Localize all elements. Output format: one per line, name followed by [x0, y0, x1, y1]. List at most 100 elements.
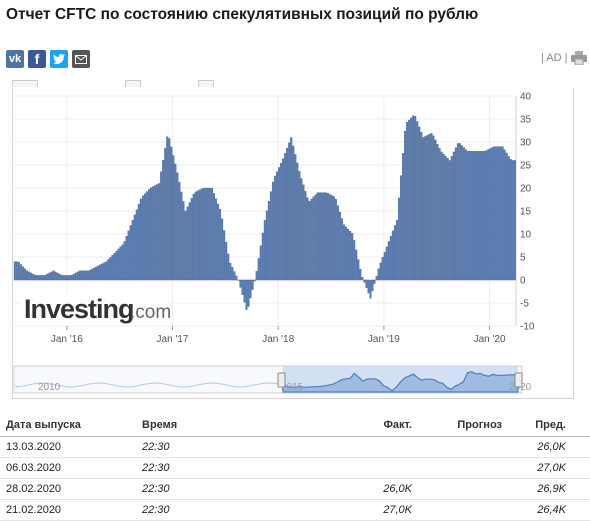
- bar: [408, 119, 411, 281]
- cell-forecast: [416, 478, 506, 500]
- bar: [46, 273, 49, 281]
- cell-previous: 27,0K: [506, 457, 590, 479]
- bar: [135, 209, 138, 281]
- bar: [231, 267, 234, 281]
- bar: [377, 268, 380, 281]
- navigator[interactable]: 2010 2015 2020: [13, 365, 532, 394]
- bar: [389, 235, 392, 281]
- bar: [326, 193, 329, 281]
- navigator-handle-left[interactable]: [277, 372, 286, 388]
- bar: [367, 279, 370, 294]
- bar: [294, 154, 297, 281]
- bar: [115, 250, 118, 281]
- bar: [446, 158, 449, 281]
- y-tick-label: 25: [520, 161, 532, 172]
- bar: [280, 163, 283, 281]
- cell-forecast: [416, 499, 506, 521]
- bar: [210, 187, 213, 281]
- bar: [491, 147, 494, 281]
- bar: [404, 130, 407, 281]
- bar: [288, 142, 291, 281]
- bar: [271, 181, 274, 281]
- bar: [259, 245, 262, 281]
- bar: [24, 268, 26, 281]
- bar: [34, 274, 37, 281]
- header-previous[interactable]: Пред.: [506, 414, 590, 437]
- navigator-handle-right[interactable]: [514, 372, 523, 388]
- x-tick-label: Jan '17: [157, 334, 189, 345]
- bar: [400, 175, 402, 281]
- bar: [198, 189, 201, 281]
- bar: [245, 279, 248, 310]
- y-tick-label: 0: [520, 276, 526, 287]
- bar: [276, 171, 278, 281]
- bar: [182, 201, 185, 281]
- cell-forecast: [416, 457, 506, 479]
- bar: [176, 172, 179, 281]
- bar: [456, 143, 459, 281]
- x-tick-label: Jan '18: [262, 334, 294, 345]
- cell-date: 13.03.2020: [0, 436, 142, 458]
- bar: [143, 193, 146, 281]
- header-actual[interactable]: Факт.: [292, 414, 416, 437]
- table-row: 21.02.2020 22:30 27,0K 26,4K: [0, 499, 590, 521]
- x-axis-ticks: Jan '16 Jan '17 Jan '18 Jan '19 Jan '20: [51, 326, 506, 345]
- bar: [369, 279, 372, 299]
- bar: [141, 195, 144, 281]
- cell-actual: 27,0K: [292, 499, 416, 521]
- cell-previous: 26,9K: [506, 478, 590, 500]
- bar: [310, 198, 313, 281]
- bar: [501, 146, 504, 281]
- bar: [139, 198, 142, 281]
- cell-date: 06.03.2020: [0, 457, 142, 479]
- bar: [255, 271, 258, 281]
- bar: [304, 191, 307, 281]
- bar: [101, 263, 104, 281]
- bar: [97, 265, 100, 281]
- bar: [383, 251, 386, 281]
- bar: [475, 151, 478, 281]
- bar: [257, 258, 260, 281]
- bar: [302, 184, 305, 281]
- bar: [78, 270, 81, 281]
- bar: [357, 259, 360, 281]
- bar: [103, 262, 106, 281]
- cell-date: 21.02.2020: [0, 499, 142, 521]
- bar: [438, 148, 441, 281]
- bar: [200, 188, 203, 281]
- bar: [381, 257, 384, 281]
- bar: [125, 235, 128, 281]
- bar: [347, 228, 350, 281]
- bar: [166, 136, 169, 281]
- bar: [353, 240, 356, 281]
- cell-time: 22:30: [142, 478, 292, 500]
- bar: [40, 275, 43, 281]
- bar: [434, 139, 437, 281]
- table-header-row: Дата выпуска Время Факт. Прогноз Пред.: [0, 414, 590, 437]
- bar: [436, 143, 439, 281]
- bar: [249, 279, 252, 299]
- bar: [82, 270, 85, 281]
- bar: [19, 264, 22, 281]
- x-tick-label: Jan '20: [474, 334, 506, 345]
- bar: [186, 206, 189, 281]
- bar: [58, 273, 61, 281]
- bar: [351, 233, 354, 281]
- y-tick-label: -5: [520, 299, 529, 310]
- header-forecast[interactable]: Прогноз: [416, 414, 506, 437]
- bar: [343, 224, 346, 281]
- bar: [349, 231, 352, 281]
- bar: [208, 187, 211, 281]
- bar: [483, 151, 486, 281]
- bar: [251, 279, 254, 290]
- bar: [111, 255, 114, 281]
- bar: [412, 115, 415, 281]
- header-time[interactable]: Время: [142, 414, 292, 437]
- bar: [15, 261, 18, 281]
- bar: [80, 270, 83, 281]
- bar: [227, 253, 230, 281]
- header-release-date[interactable]: Дата выпуска: [0, 414, 142, 437]
- bar: [99, 264, 102, 281]
- bar: [168, 138, 171, 281]
- bar: [206, 187, 209, 281]
